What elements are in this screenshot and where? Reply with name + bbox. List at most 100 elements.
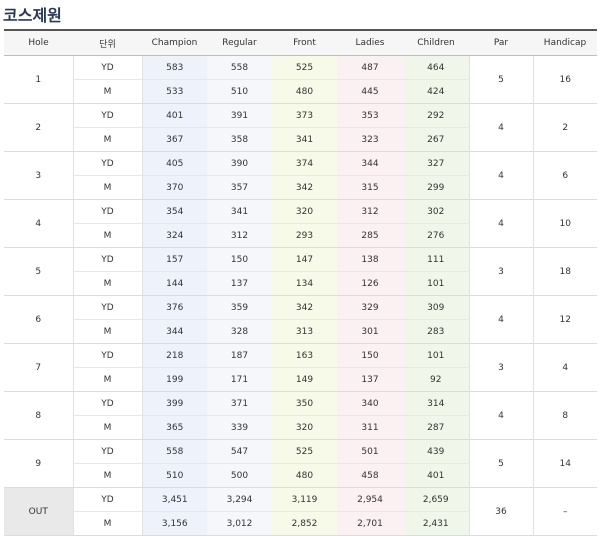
distance-cell: 525 bbox=[272, 439, 337, 464]
unit-cell: YD bbox=[73, 343, 143, 368]
par-cell: 4 bbox=[468, 295, 534, 344]
par-cell: 36 bbox=[468, 487, 534, 536]
distance-cell: 376 bbox=[142, 295, 207, 320]
distance-cell: 187 bbox=[207, 343, 272, 368]
distance-cell: 344 bbox=[337, 151, 403, 176]
distance-cell: 371 bbox=[207, 391, 272, 416]
distance-cell: 2,954 bbox=[337, 487, 403, 512]
hole-number: 5 bbox=[4, 247, 74, 296]
header-front: Front bbox=[272, 29, 337, 56]
distance-cell: 405 bbox=[142, 151, 207, 176]
distance-cell: 101 bbox=[403, 271, 469, 296]
distance-cell: 2,701 bbox=[337, 511, 403, 536]
par-cell: 4 bbox=[468, 103, 534, 152]
course-spec-table: Hole 단위 Champion Regular Front Ladies Ch… bbox=[4, 29, 597, 536]
distance-cell: 340 bbox=[337, 391, 403, 416]
distance-cell: 480 bbox=[272, 463, 337, 488]
distance-cell: 359 bbox=[207, 295, 272, 320]
header-champion: Champion bbox=[142, 29, 207, 56]
distance-cell: 293 bbox=[272, 223, 337, 248]
distance-cell: 3,119 bbox=[272, 487, 337, 512]
par-cell: 3 bbox=[468, 343, 534, 392]
distance-cell: 327 bbox=[403, 151, 469, 176]
distance-cell: 390 bbox=[207, 151, 272, 176]
distance-cell: 401 bbox=[142, 103, 207, 128]
unit-cell: YD bbox=[73, 295, 143, 320]
distance-cell: 341 bbox=[207, 199, 272, 224]
unit-cell: M bbox=[73, 175, 143, 200]
distance-cell: 312 bbox=[337, 199, 403, 224]
distance-cell: 3,294 bbox=[207, 487, 272, 512]
distance-cell: 357 bbox=[207, 175, 272, 200]
distance-cell: 150 bbox=[337, 343, 403, 368]
distance-cell: 3,156 bbox=[142, 511, 207, 536]
par-cell: 4 bbox=[468, 391, 534, 440]
distance-cell: 353 bbox=[337, 103, 403, 128]
distance-cell: 344 bbox=[142, 319, 207, 344]
unit-cell: YD bbox=[73, 487, 143, 512]
distance-cell: 299 bbox=[403, 175, 469, 200]
distance-cell: 323 bbox=[337, 127, 403, 152]
distance-cell: 150 bbox=[207, 247, 272, 272]
par-cell: 4 bbox=[468, 199, 534, 248]
hole-number: 8 bbox=[4, 391, 74, 440]
distance-cell: 464 bbox=[403, 55, 469, 80]
header-ladies: Ladies bbox=[337, 29, 403, 56]
distance-cell: 525 bbox=[272, 55, 337, 80]
distance-cell: 533 bbox=[142, 79, 207, 104]
distance-cell: 2,659 bbox=[403, 487, 469, 512]
header-children: Children bbox=[403, 29, 469, 56]
distance-cell: 480 bbox=[272, 79, 337, 104]
distance-cell: 342 bbox=[272, 295, 337, 320]
distance-cell: 144 bbox=[142, 271, 207, 296]
table-row: 3 YD 405 390 374 344 327 4 6 bbox=[4, 151, 597, 200]
handicap-cell: 12 bbox=[532, 295, 597, 344]
distance-cell: 137 bbox=[337, 367, 403, 392]
distance-cell: 339 bbox=[207, 415, 272, 440]
distance-cell: 218 bbox=[142, 343, 207, 368]
distance-cell: 458 bbox=[337, 463, 403, 488]
distance-cell: 401 bbox=[403, 463, 469, 488]
table-row: 5 YD 157 150 147 138 111 3 18 bbox=[4, 247, 597, 296]
distance-cell: 324 bbox=[142, 223, 207, 248]
unit-cell: M bbox=[73, 127, 143, 152]
distance-cell: 276 bbox=[403, 223, 469, 248]
distance-cell: 558 bbox=[142, 439, 207, 464]
distance-cell: 302 bbox=[403, 199, 469, 224]
unit-cell: M bbox=[73, 271, 143, 296]
unit-cell: M bbox=[73, 319, 143, 344]
distance-cell: 283 bbox=[403, 319, 469, 344]
distance-cell: 312 bbox=[207, 223, 272, 248]
distance-cell: 487 bbox=[337, 55, 403, 80]
hole-number: 7 bbox=[4, 343, 74, 392]
header-handicap: Handicap bbox=[533, 29, 597, 56]
distance-cell: 367 bbox=[142, 127, 207, 152]
handicap-cell: 10 bbox=[532, 199, 597, 248]
table-row: 1 YD 583 558 525 487 464 5 16 bbox=[4, 55, 597, 104]
distance-cell: 134 bbox=[272, 271, 337, 296]
hole-number: 3 bbox=[4, 151, 74, 200]
distance-cell: 501 bbox=[337, 439, 403, 464]
distance-cell: 287 bbox=[403, 415, 469, 440]
unit-cell: M bbox=[73, 463, 143, 488]
par-cell: 5 bbox=[468, 55, 534, 104]
distance-cell: 309 bbox=[403, 295, 469, 320]
page-title: 코스제원 bbox=[3, 6, 62, 25]
distance-cell: 126 bbox=[337, 271, 403, 296]
distance-cell: 328 bbox=[207, 319, 272, 344]
distance-cell: 399 bbox=[142, 391, 207, 416]
hole-number: 1 bbox=[4, 55, 74, 104]
par-cell: 3 bbox=[468, 247, 534, 296]
distance-cell: 445 bbox=[337, 79, 403, 104]
handicap-cell: 2 bbox=[532, 103, 597, 152]
handicap-cell: 8 bbox=[532, 391, 597, 440]
unit-cell: YD bbox=[73, 151, 143, 176]
table-row: 7 YD 218 187 163 150 101 3 4 bbox=[4, 343, 597, 392]
distance-cell: 171 bbox=[207, 367, 272, 392]
header-regular: Regular bbox=[207, 29, 272, 56]
unit-cell: YD bbox=[73, 391, 143, 416]
distance-cell: 101 bbox=[403, 343, 469, 368]
distance-cell: 3,012 bbox=[207, 511, 272, 536]
hole-number: 6 bbox=[4, 295, 74, 344]
unit-cell: YD bbox=[73, 247, 143, 272]
